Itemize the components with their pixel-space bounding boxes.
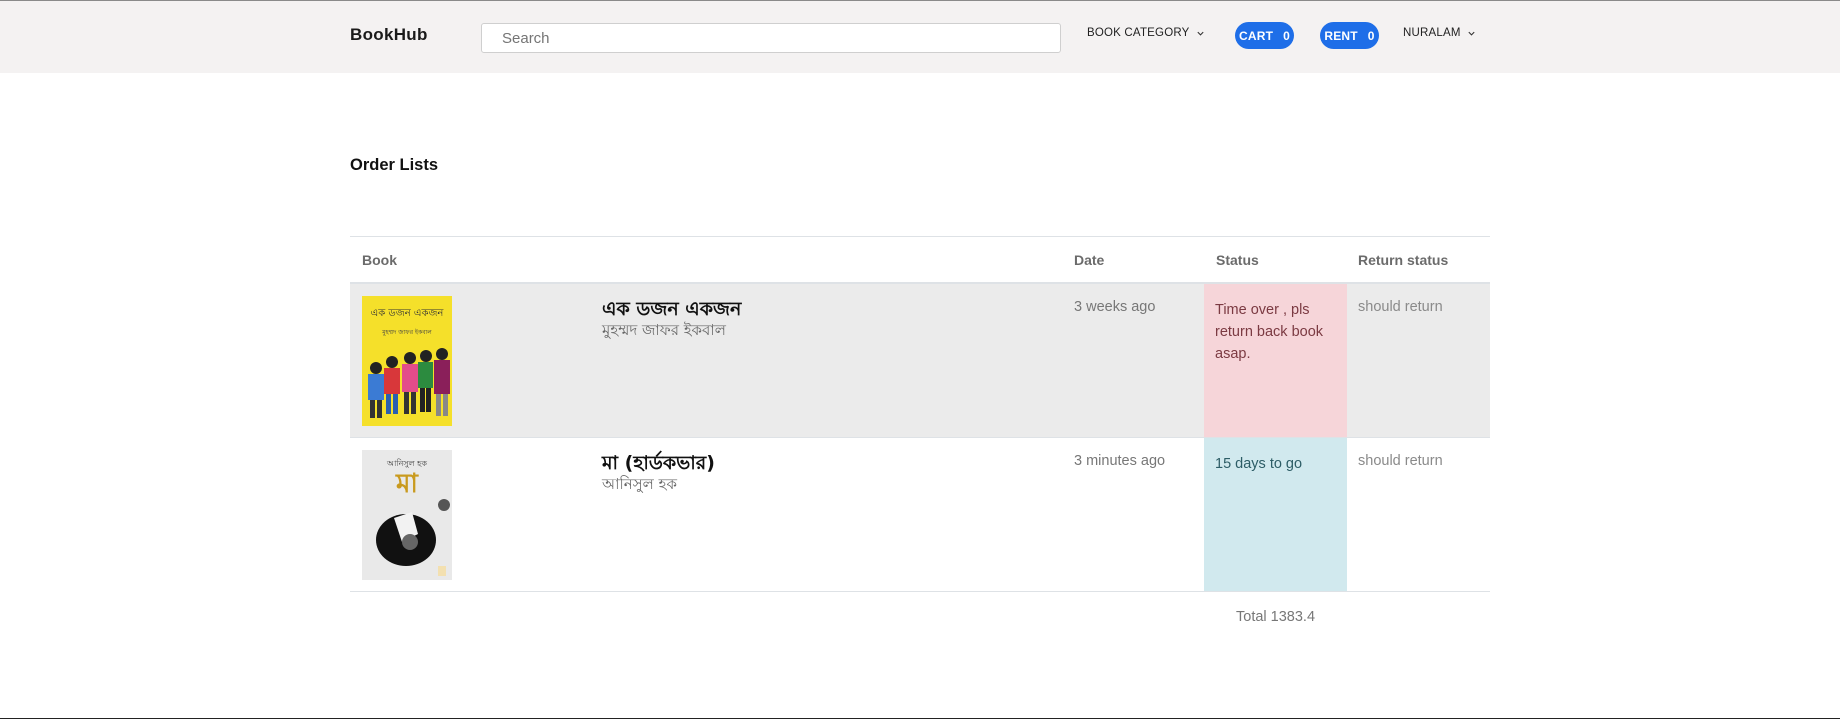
user-name: NURALAM xyxy=(1403,27,1461,39)
column-header-book: Book xyxy=(362,252,397,268)
column-header-status: Status xyxy=(1216,252,1259,268)
cart-button[interactable]: CART 0 xyxy=(1235,22,1294,49)
order-date: 3 minutes ago xyxy=(1074,453,1166,469)
return-status: should return xyxy=(1358,453,1443,469)
column-header-date: Date xyxy=(1074,252,1105,268)
book-category-label: BOOK CATEGORY xyxy=(1087,27,1190,39)
book-cover-image[interactable]: আনিসুল হক মা xyxy=(362,450,452,580)
cart-label: CART xyxy=(1238,28,1274,43)
rent-label: RENT xyxy=(1324,28,1358,43)
table-row: আনিসুল হক মা মা (হার্ডকভার) আনিসুল হক 3 … xyxy=(350,438,1490,592)
cover-title: এক ডজন একজন xyxy=(371,308,445,319)
book-category-dropdown[interactable]: BOOK CATEGORY xyxy=(1087,27,1205,39)
cover-author: মুহম্মদ জাফর ইকবাল xyxy=(381,329,432,336)
table-header: Book Date Status Return status xyxy=(350,236,1490,284)
rent-count-badge: 0 xyxy=(1367,28,1375,43)
chevron-down-icon xyxy=(1468,31,1475,36)
cart-count-badge: 0 xyxy=(1283,28,1290,43)
book-author: মুহম্মদ জাফর ইকবাল xyxy=(602,321,726,339)
status-badge: Time over , pls return back book asap. xyxy=(1204,284,1347,437)
book-cover-image[interactable]: এক ডজন একজন মুহম্মদ জাফর ইকবাল xyxy=(362,296,452,426)
cover-title: মা xyxy=(395,469,419,499)
navbar: BookHub BOOK CATEGORY CART 0 RENT 0 NURA… xyxy=(0,1,1840,73)
user-menu-dropdown[interactable]: NURALAM xyxy=(1403,27,1476,39)
page: BookHub BOOK CATEGORY CART 0 RENT 0 NURA… xyxy=(0,0,1840,719)
search-input[interactable] xyxy=(481,23,1061,53)
chevron-down-icon xyxy=(1196,31,1204,36)
order-date: 3 weeks ago xyxy=(1074,299,1156,315)
rent-button[interactable]: RENT 0 xyxy=(1320,22,1379,49)
book-author: আনিসুল হক xyxy=(602,475,677,493)
column-header-return-status: Return status xyxy=(1358,252,1449,268)
status-badge: 15 days to go xyxy=(1204,438,1347,591)
cover-author: আনিসুল হক xyxy=(386,459,427,468)
return-status: should return xyxy=(1358,299,1443,315)
table-row: এক ডজন একজন মুহম্মদ জাফর ইকবাল এক ডজন এক… xyxy=(350,284,1490,438)
brand-logo[interactable]: BookHub xyxy=(350,25,428,45)
order-total: Total 1383.4 xyxy=(1236,609,1316,625)
orders-table: Book Date Status Return status এক ডজন এক… xyxy=(350,236,1490,592)
page-title: Order Lists xyxy=(350,156,439,174)
